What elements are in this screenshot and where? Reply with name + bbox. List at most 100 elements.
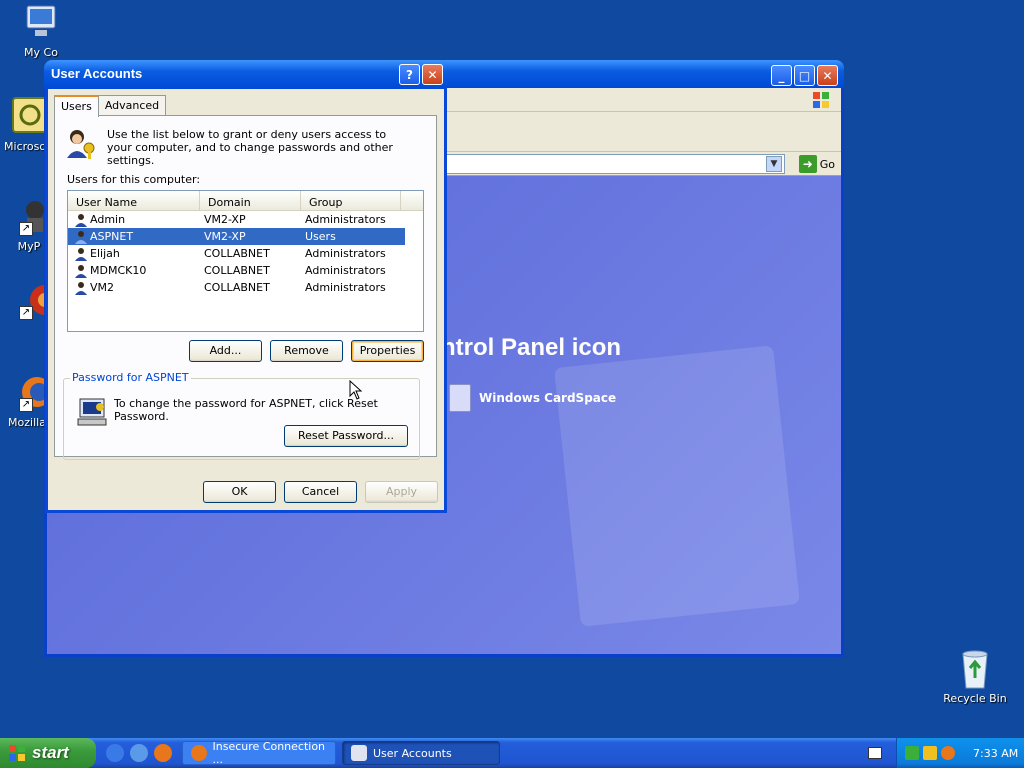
dialog-title: User Accounts bbox=[51, 66, 143, 81]
mouse-cursor-icon bbox=[349, 380, 363, 400]
table-row[interactable]: MDMCK10 COLLABNET Administrators bbox=[68, 262, 423, 279]
shortcut-arrow-icon: ↗ bbox=[19, 398, 33, 412]
list-header: User Name Domain Group bbox=[68, 191, 423, 211]
computer-password-icon bbox=[76, 397, 110, 429]
taskbar-button-label: Insecure Connection ... bbox=[212, 740, 326, 766]
password-group-legend: Password for ASPNET bbox=[70, 371, 191, 384]
column-header-user-name[interactable]: User Name bbox=[68, 191, 200, 210]
taskbar-button-label: User Accounts bbox=[373, 746, 452, 760]
table-row[interactable]: Elijah COLLABNET Administrators bbox=[68, 245, 423, 262]
cell-user-name: MDMCK10 bbox=[90, 264, 147, 277]
app-icon bbox=[7, 96, 48, 136]
reset-password-button[interactable]: Reset Password... bbox=[284, 425, 408, 447]
keyboard-icon[interactable] bbox=[868, 747, 882, 759]
firefox-icon bbox=[191, 745, 207, 761]
clock[interactable]: 7:33 AM bbox=[973, 747, 1018, 760]
cell-domain: VM2-XP bbox=[204, 213, 246, 226]
taskbar-button-firefox[interactable]: Insecure Connection ... bbox=[182, 740, 336, 766]
close-button[interactable]: ✕ bbox=[817, 65, 838, 86]
system-tray: 7:33 AM bbox=[896, 738, 1024, 768]
shortcut-arrow-icon: ↗ bbox=[19, 306, 33, 320]
cell-group: Administrators bbox=[305, 247, 386, 260]
cardspace-icon bbox=[449, 384, 471, 412]
add-user-button[interactable]: Add... bbox=[189, 340, 262, 362]
cell-group: Users bbox=[305, 230, 336, 243]
cell-user-name: VM2 bbox=[90, 281, 115, 294]
desktop-icon-label: Mozilla bbox=[8, 416, 46, 429]
cancel-button[interactable]: Cancel bbox=[284, 481, 357, 503]
windows-logo-icon bbox=[813, 92, 829, 108]
column-header-group[interactable]: Group bbox=[301, 191, 401, 210]
desktop-icon-label: MyP bbox=[17, 240, 41, 253]
cell-domain: COLLABNET bbox=[204, 247, 270, 260]
windows-logo-icon bbox=[9, 745, 25, 761]
shortcut-arrow-icon: ↗ bbox=[19, 222, 33, 236]
user-icon bbox=[75, 230, 87, 244]
user-icon bbox=[75, 264, 87, 278]
start-label: start bbox=[32, 743, 69, 762]
apply-button[interactable]: Apply bbox=[365, 481, 438, 503]
table-row[interactable]: VM2 COLLABNET Administrators bbox=[68, 279, 423, 296]
column-header-empty bbox=[401, 191, 423, 210]
dialog-title-bar[interactable]: User Accounts bbox=[45, 60, 447, 89]
minimize-button[interactable]: _ bbox=[771, 65, 792, 86]
cell-user-name: Elijah bbox=[90, 247, 120, 260]
cell-group: Administrators bbox=[305, 264, 386, 277]
control-panel-item-windows-cardspace[interactable]: Windows CardSpace bbox=[449, 384, 616, 412]
maximize-button[interactable]: □ bbox=[794, 65, 815, 86]
go-label: Go bbox=[819, 157, 835, 171]
user-accounts-icon bbox=[351, 745, 367, 761]
cell-domain: COLLABNET bbox=[204, 281, 270, 294]
tab-users[interactable]: Users bbox=[54, 95, 99, 117]
search-icon[interactable] bbox=[941, 746, 955, 760]
cell-group: Administrators bbox=[305, 213, 386, 226]
go-arrow-icon: ➜ bbox=[798, 155, 817, 173]
cell-user-name: ASPNET bbox=[90, 230, 134, 243]
users-list[interactable]: User Name Domain Group Admin VM2-XP Admi… bbox=[67, 190, 424, 332]
user-icon bbox=[75, 281, 87, 295]
cell-domain: VM2-XP bbox=[204, 230, 246, 243]
network-icon[interactable] bbox=[905, 746, 919, 760]
control-panel-item-label: Windows CardSpace bbox=[479, 391, 617, 405]
desktop-icon-label: My Co bbox=[24, 46, 58, 59]
intro-text: Use the list below to grant or deny user… bbox=[107, 128, 393, 167]
table-row[interactable]: Admin VM2-XP Administrators bbox=[68, 211, 423, 228]
quick-launch bbox=[106, 744, 172, 762]
cell-user-name: Admin bbox=[90, 213, 126, 226]
start-button[interactable]: start bbox=[0, 738, 96, 768]
recycle-bin-icon bbox=[955, 648, 995, 689]
taskbar: start Insecure Connection ... User Accou… bbox=[0, 738, 1024, 768]
go-button[interactable]: ➜ Go bbox=[798, 155, 835, 173]
chevron-down-icon[interactable]: ▼ bbox=[766, 156, 782, 172]
password-groupbox: Password for ASPNET To change the passwo… bbox=[63, 371, 420, 460]
firefox-icon: ↗ bbox=[7, 372, 52, 412]
password-instructions: To change the password for ASPNET, click… bbox=[114, 397, 378, 423]
control-panel-heading: ntrol Panel icon bbox=[441, 334, 622, 361]
shortcut-icon: ↗ bbox=[9, 196, 49, 236]
users-list-label: Users for this computer: bbox=[67, 173, 201, 186]
table-row-selected[interactable]: ASPNET VM2-XP Users bbox=[68, 228, 405, 245]
column-header-domain[interactable]: Domain bbox=[200, 191, 301, 210]
users-keys-icon bbox=[65, 128, 99, 160]
ok-button[interactable]: OK bbox=[203, 481, 276, 503]
tab-advanced[interactable]: Advanced bbox=[97, 95, 167, 117]
user-icon bbox=[75, 213, 87, 227]
desktop-icon-recycle-bin[interactable]: Recycle Bin bbox=[940, 648, 1010, 705]
cell-domain: COLLABNET bbox=[204, 264, 270, 277]
media-player-icon[interactable] bbox=[130, 744, 148, 762]
remove-button[interactable]: Remove bbox=[270, 340, 343, 362]
security-shield-icon[interactable] bbox=[923, 746, 937, 760]
internet-explorer-icon[interactable] bbox=[106, 744, 124, 762]
properties-button[interactable]: Properties bbox=[351, 340, 424, 362]
computer-icon bbox=[21, 2, 61, 42]
desktop-icon-my-computer[interactable]: My Co bbox=[6, 2, 76, 59]
desktop-icon-label: Recycle Bin bbox=[943, 692, 1007, 705]
cell-group: Administrators bbox=[305, 281, 386, 294]
close-button[interactable]: ✕ bbox=[422, 64, 443, 85]
firefox-icon[interactable] bbox=[154, 744, 172, 762]
user-accounts-dialog: User Accounts ? ✕ Users Advanced Use the… bbox=[45, 60, 447, 513]
users-tab-panel: Use the list below to grant or deny user… bbox=[54, 115, 437, 460]
taskbar-button-user-accounts[interactable]: User Accounts bbox=[342, 741, 500, 765]
user-icon bbox=[75, 247, 87, 261]
help-button[interactable]: ? bbox=[399, 64, 420, 85]
